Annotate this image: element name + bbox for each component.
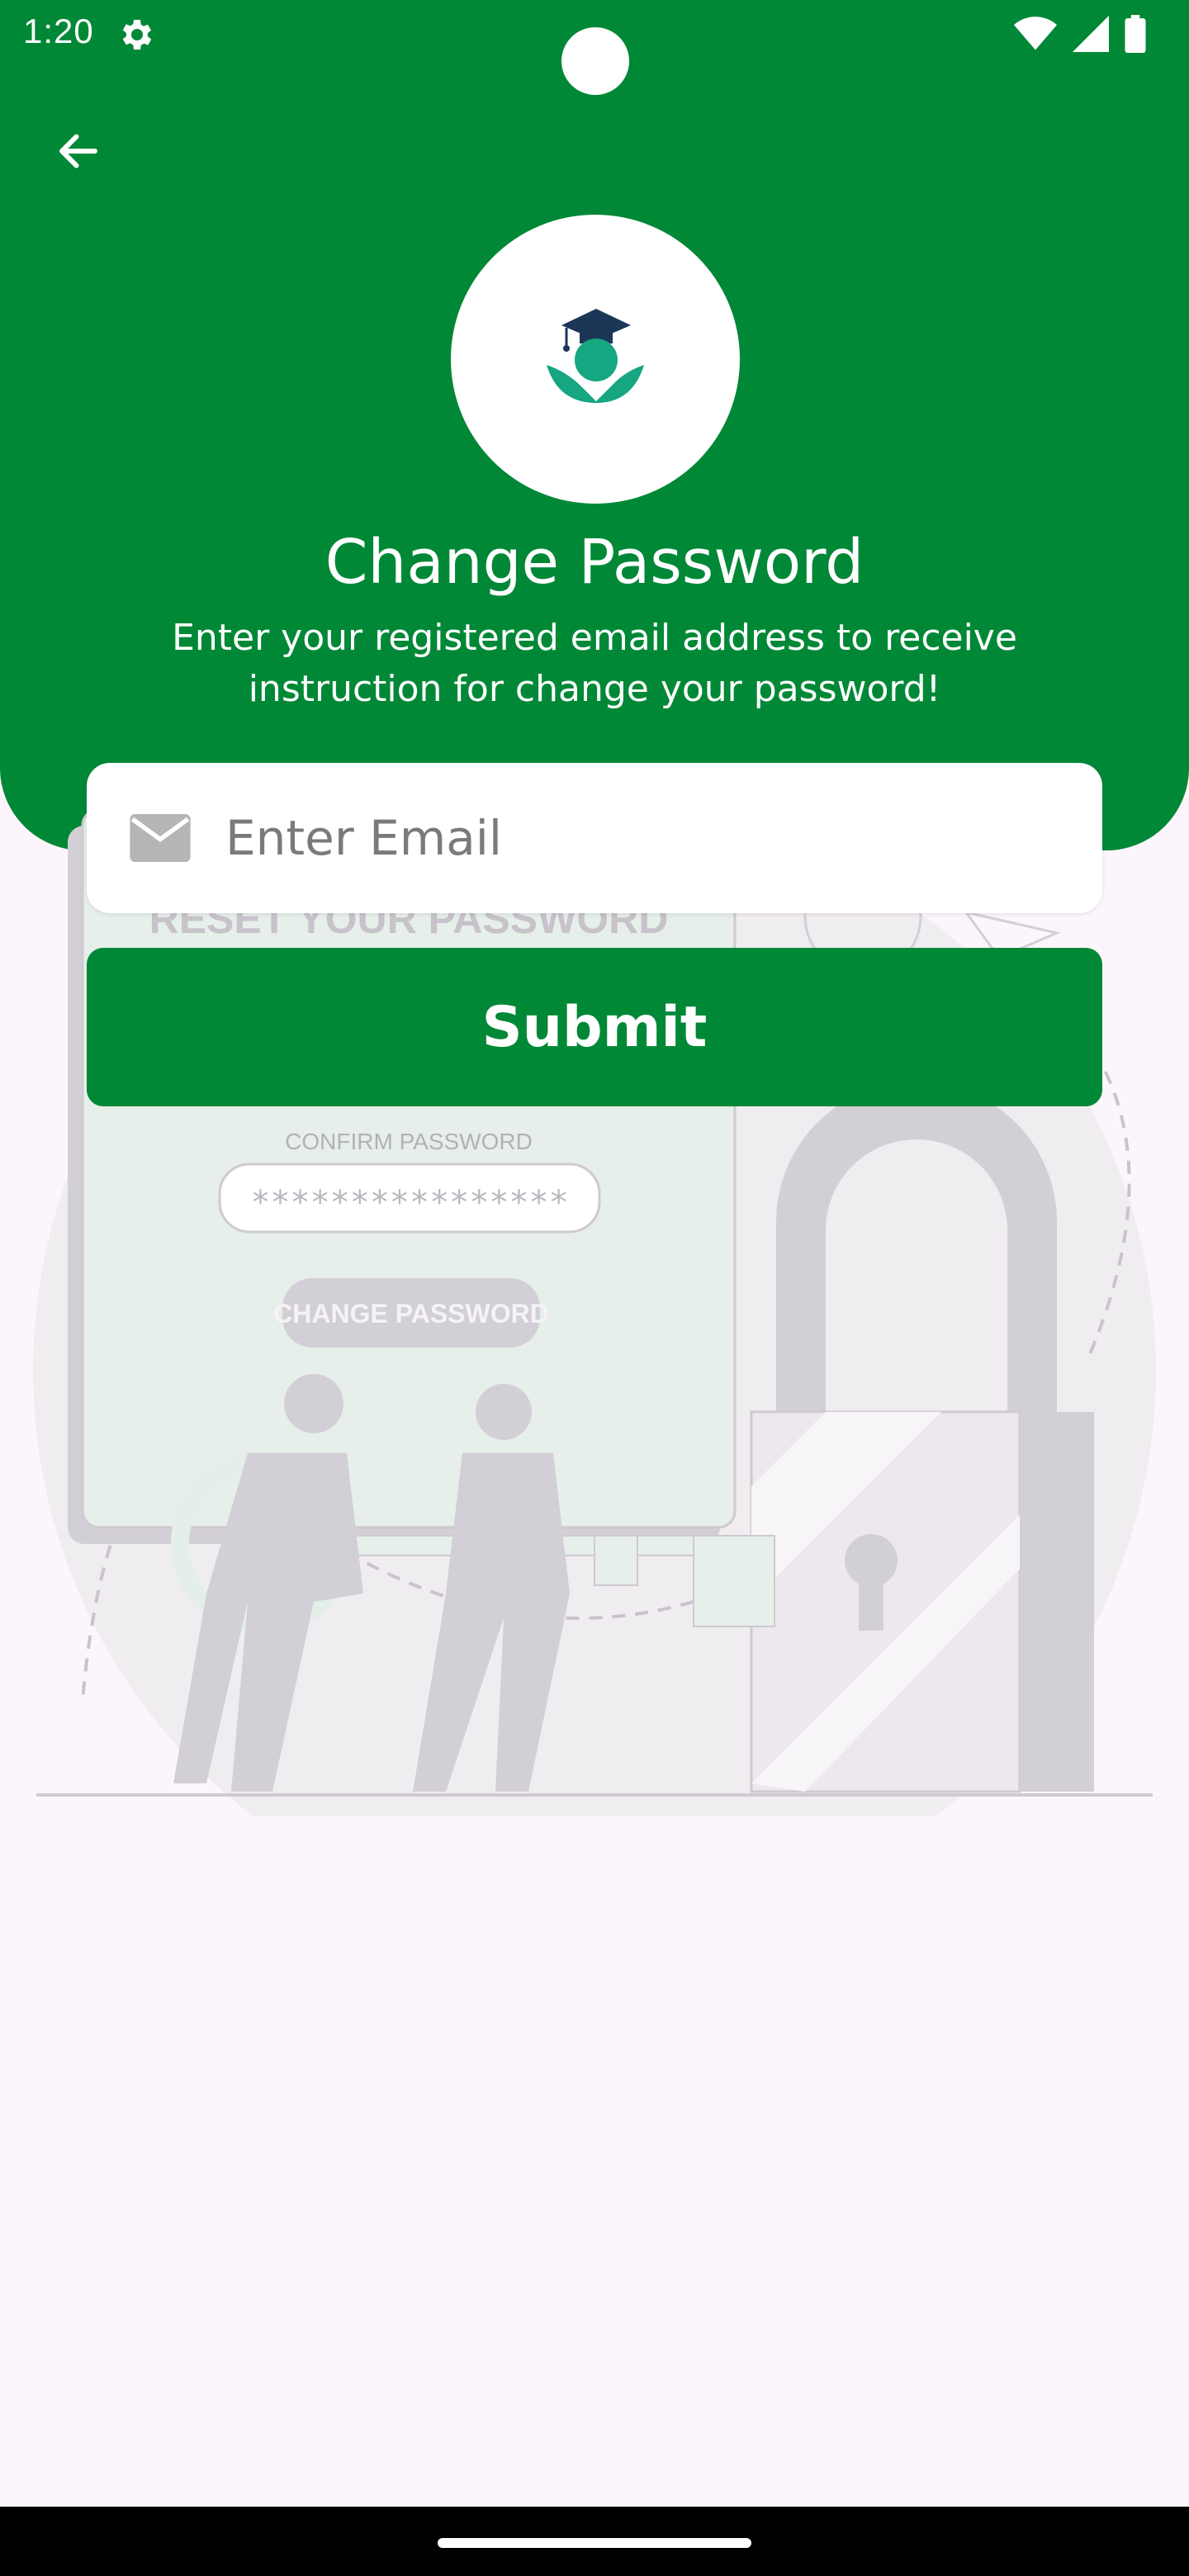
wifi-icon — [1014, 17, 1057, 50]
home-gesture-handle[interactable] — [438, 2538, 751, 2548]
status-icons — [1014, 15, 1146, 53]
signal-icon — [1073, 16, 1109, 52]
header: 1:20 Change Password Enter your register… — [0, 0, 1189, 850]
illustration-field-label: CONFIRM PASSWORD — [285, 1129, 533, 1154]
submit-button[interactable]: Submit — [87, 948, 1102, 1106]
illustration-field-value: **************** — [250, 1184, 568, 1222]
app-logo — [451, 215, 740, 504]
graduation-logo-icon — [547, 309, 644, 403]
mail-icon — [130, 814, 191, 862]
page-subtitle: Enter your registered email address to r… — [172, 617, 1017, 710]
back-arrow-icon — [59, 134, 97, 168]
camera-cutout — [561, 27, 629, 95]
back-button[interactable] — [43, 116, 114, 187]
email-field[interactable] — [87, 763, 1102, 913]
gear-icon — [122, 20, 152, 50]
battery-icon — [1125, 15, 1146, 53]
illustration-button-label: CHANGE PASSWORD — [273, 1299, 549, 1328]
page-title: Change Password — [324, 527, 865, 598]
status-time: 1:20 — [23, 12, 94, 50]
email-input[interactable] — [224, 809, 1053, 867]
